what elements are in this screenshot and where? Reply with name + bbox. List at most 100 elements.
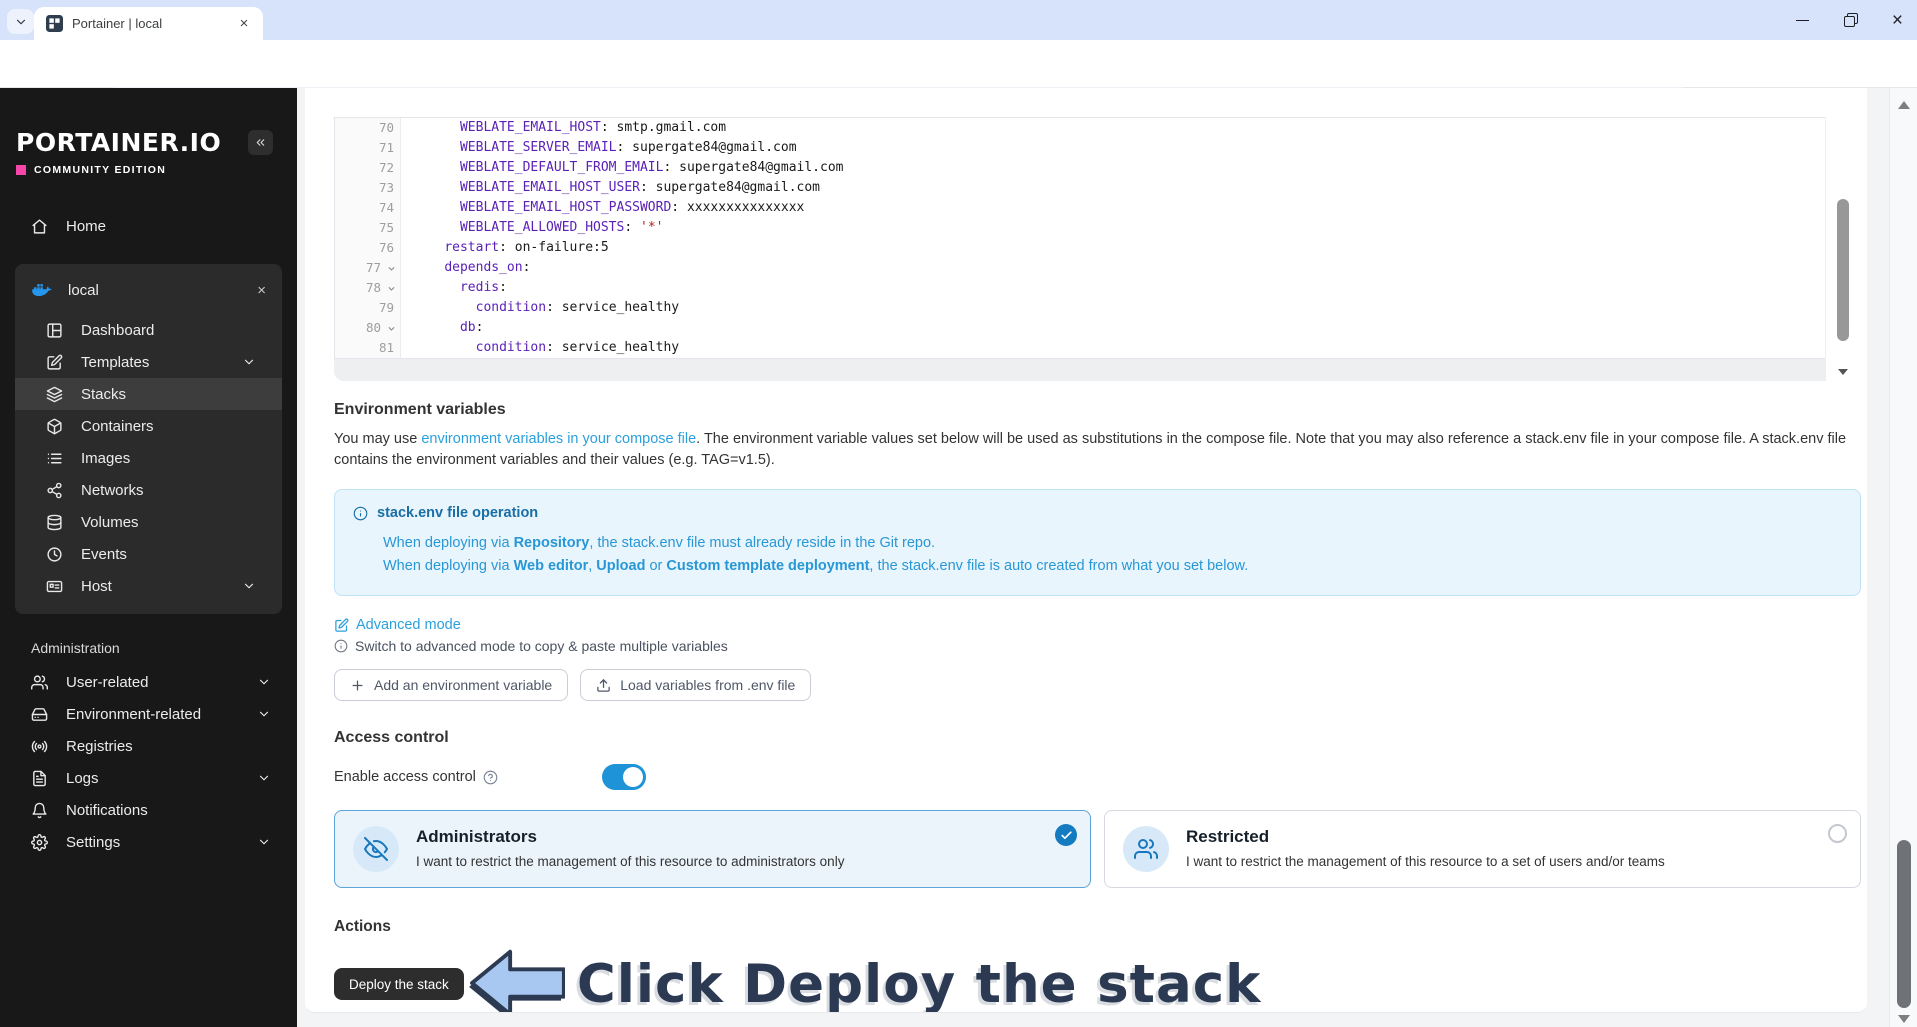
sidebar-item[interactable]: Containers <box>15 410 282 442</box>
editor-scrollbar-thumb[interactable] <box>1837 199 1849 341</box>
sidebar-item[interactable]: User-related <box>0 666 297 698</box>
line-number: 72 <box>378 160 394 175</box>
environment-panel: local × Dashboard Templates Stacks Conta… <box>15 264 282 614</box>
access-control-card[interactable]: Administrators I want to restrict the ma… <box>334 810 1091 888</box>
stackenv-info-body: When deploying via Repository, the stack… <box>383 535 1249 574</box>
editor-line: 79 condition: service_healthy <box>335 298 1860 318</box>
sidebar-item-label: Host <box>81 577 112 595</box>
scroll-up-icon[interactable] <box>1898 101 1910 109</box>
access-control-card[interactable]: Restricted I want to restrict the manage… <box>1104 810 1861 888</box>
editor-scrollbar[interactable] <box>1825 117 1861 381</box>
access-control-options: Administrators I want to restrict the ma… <box>334 810 1861 888</box>
card-icon-circle <box>353 826 399 872</box>
editor-line: 81 condition: service_healthy <box>335 338 1860 358</box>
sidebar-collapse-button[interactable] <box>248 130 273 155</box>
fold-marker-icon[interactable] <box>387 324 400 333</box>
minimize-icon[interactable] <box>1795 19 1809 21</box>
environment-header[interactable]: local × <box>15 270 282 314</box>
editor-line: 72 WEBLATE_DEFAULT_FROM_EMAIL: supergate… <box>335 158 1860 178</box>
sidebar-item[interactable]: Dashboard <box>15 314 282 346</box>
sidebar-item[interactable]: Templates <box>15 346 282 378</box>
line-number: 77 <box>365 260 381 275</box>
chevron-down-icon <box>257 675 271 689</box>
deploy-stack-button[interactable]: Deploy the stack <box>334 968 464 1000</box>
page-scrollbar[interactable] <box>1889 88 1917 1027</box>
browser-window: Portainer | local × × Not secure 192.168… <box>0 0 1917 1027</box>
sidebar-item-icon <box>46 386 63 403</box>
sidebar-item-home[interactable]: Home <box>0 210 297 242</box>
line-number: 76 <box>378 240 394 255</box>
sidebar-item-label: Volumes <box>81 513 139 531</box>
tab-list-button[interactable] <box>7 9 34 34</box>
administration-label: Administration <box>31 640 120 656</box>
sidebar-item[interactable]: Events <box>15 538 282 570</box>
fold-marker-icon[interactable] <box>387 284 400 293</box>
toggle-knob <box>622 767 643 787</box>
sidebar-item-icon <box>46 418 63 435</box>
sidebar-item[interactable]: Notifications <box>0 794 297 826</box>
enable-access-control-label: Enable access control <box>334 769 476 785</box>
sidebar-item-icon <box>46 546 63 563</box>
environment-menu: Dashboard Templates Stacks Containers Im… <box>15 314 282 602</box>
annotation-arrow-left-icon <box>468 949 565 1012</box>
sidebar-item[interactable]: Logs <box>0 762 297 794</box>
sidebar-item-icon <box>31 706 48 723</box>
close-icon[interactable]: × <box>1892 11 1903 30</box>
selected-check-icon[interactable] <box>1055 824 1077 846</box>
inline-link[interactable]: environment variables in your compose fi… <box>421 431 696 447</box>
advanced-mode-link[interactable]: Advanced mode <box>334 617 1861 633</box>
scroll-down-icon[interactable] <box>1898 1015 1910 1023</box>
sidebar-item[interactable]: Stacks <box>15 378 282 410</box>
load-env-file-button[interactable]: Load variables from .env file <box>580 669 812 701</box>
annotation-text: Click Deploy the stack <box>576 953 1262 1013</box>
sidebar-item[interactable]: Registries <box>0 730 297 762</box>
environment-close-icon[interactable]: × <box>257 282 266 299</box>
card-title: Restricted <box>1186 827 1270 846</box>
window-controls: × <box>1795 0 1903 40</box>
browser-tab[interactable]: Portainer | local × <box>34 7 263 40</box>
editor-gutter: 72 <box>335 158 401 178</box>
line-number: 79 <box>378 300 394 315</box>
sidebar-item[interactable]: Host <box>15 570 282 602</box>
chevron-down-icon <box>242 579 256 593</box>
sidebar-item[interactable]: Settings <box>0 826 297 858</box>
editor-gutter: 76 <box>335 238 401 258</box>
sidebar-item-icon <box>46 322 63 339</box>
line-number: 73 <box>378 180 394 195</box>
fold-marker-icon[interactable] <box>387 264 400 273</box>
radio-unselected[interactable] <box>1828 824 1847 843</box>
restore-icon[interactable] <box>1843 12 1858 27</box>
sidebar-item[interactable]: Networks <box>15 474 282 506</box>
card-description: I want to restrict the management of thi… <box>1186 854 1665 869</box>
sidebar-item[interactable]: Environment-related <box>0 698 297 730</box>
card-title: Administrators <box>416 827 537 846</box>
line-number: 70 <box>378 120 394 135</box>
editor-gutter: 78 <box>335 278 401 298</box>
access-control-heading: Access control <box>334 729 449 746</box>
sidebar-item-icon <box>31 674 48 691</box>
card-icon-circle <box>1123 826 1169 872</box>
editor-gutter: 81 <box>335 338 401 358</box>
web-editor[interactable]: 70 WEBLATE_EMAIL_HOST: smtp.gmail.com 71 <box>334 117 1861 359</box>
chevron-down-icon <box>257 835 271 849</box>
sidebar-item-label: Events <box>81 545 127 563</box>
sidebar-item[interactable]: Images <box>15 442 282 474</box>
editor-gutter: 79 <box>335 298 401 318</box>
sidebar-item[interactable]: Volumes <box>15 506 282 538</box>
edit-icon <box>334 618 349 633</box>
content-card: 70 WEBLATE_EMAIL_HOST: smtp.gmail.com 71 <box>305 88 1867 1013</box>
editor-gutter: 74 <box>335 198 401 218</box>
chrome-toolbar: Not secure 192.168.1.18:9000/#!/2/docker… <box>0 40 1917 121</box>
advanced-mode-note: Switch to advanced mode to copy & paste … <box>334 638 1861 654</box>
access-control-toggle[interactable] <box>601 764 646 790</box>
tab-close-icon[interactable]: × <box>235 15 253 33</box>
page-scrollbar-thumb[interactable] <box>1897 840 1911 1008</box>
edition-label: COMMUNITY EDITION <box>34 164 167 176</box>
editor-line: 80 db: <box>335 318 1860 338</box>
docker-whale-icon <box>30 278 54 302</box>
environment-name: local <box>68 281 99 299</box>
line-number: 74 <box>378 200 394 215</box>
editor-scroll-down-icon[interactable] <box>1838 369 1848 375</box>
portainer-logo: PORTAINER.IO <box>16 128 222 157</box>
add-env-variable-button[interactable]: Add an environment variable <box>334 669 569 701</box>
